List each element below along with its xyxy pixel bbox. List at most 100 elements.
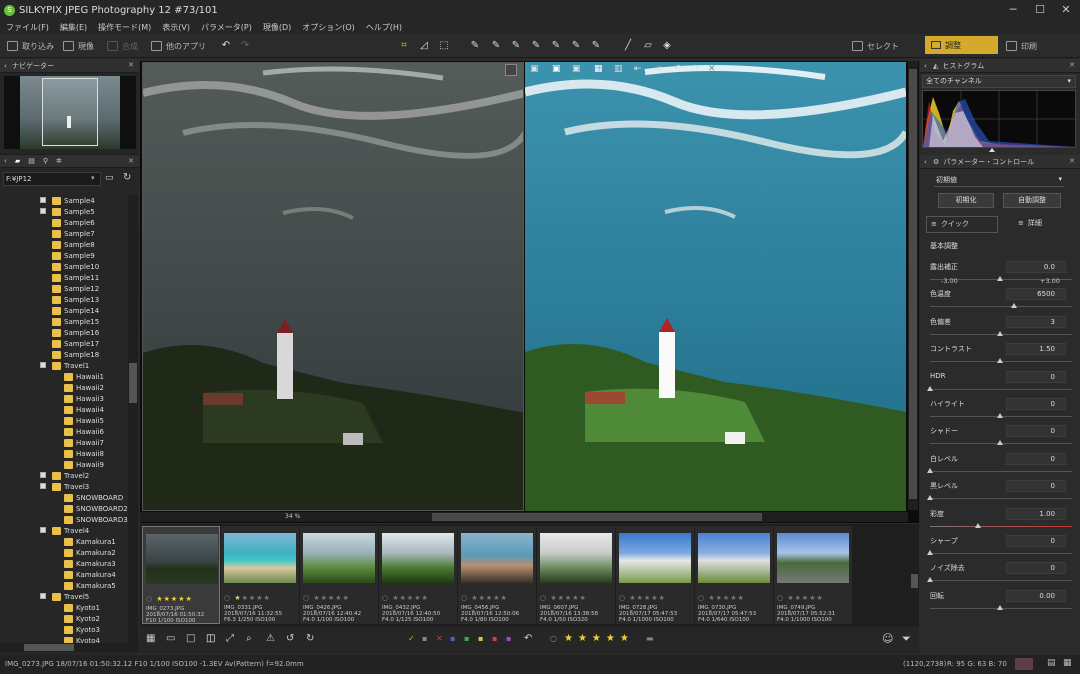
menu-item[interactable]: 表示(V) xyxy=(162,22,190,33)
tab-detail[interactable]: ≡ 詳細 xyxy=(1004,216,1074,233)
viewer-vscroll-thumb[interactable] xyxy=(909,69,917,499)
close-browser-icon[interactable]: ✕ xyxy=(128,157,134,165)
param-value-input[interactable]: 6500 xyxy=(1006,288,1066,301)
view-grid-icon[interactable]: ▦ xyxy=(594,64,603,74)
label-gray-icon[interactable]: ▪ xyxy=(422,634,427,643)
refresh-icon[interactable]: ↻ xyxy=(123,172,131,183)
expand-icon[interactable] xyxy=(40,472,46,478)
tree-item[interactable]: Travel4 xyxy=(0,525,128,536)
single-view-icon[interactable]: □ xyxy=(186,633,195,644)
param-slider-knob[interactable] xyxy=(997,440,1003,446)
filmstrip-thumbnail[interactable]: ○ ★★★★★ IMG_0728.JPG 2018/07/17 05:47:53 F4… xyxy=(616,526,694,624)
param-value-input[interactable]: 0.00 xyxy=(1006,589,1066,602)
label-yellow-icon[interactable]: ▪ xyxy=(478,634,483,643)
stamp-icon[interactable]: ◈ xyxy=(661,40,673,52)
filter-icon[interactable]: ⏷ xyxy=(902,632,911,646)
tree-item[interactable]: Hawaii2 xyxy=(0,382,128,393)
thumbnail-rating[interactable]: ○ ★★★★★ xyxy=(146,595,193,603)
param-slider-track[interactable] xyxy=(930,388,1072,390)
tree-item[interactable]: SNOWBOARD2 xyxy=(0,503,128,514)
tree-scroll-thumb[interactable] xyxy=(129,363,137,403)
print-mode-button[interactable]: 印刷 xyxy=(1006,39,1037,53)
eraser-tool-icon[interactable]: ✎ xyxy=(590,40,602,52)
zoom-icon[interactable]: ⌕ xyxy=(246,633,252,644)
partial-correction-icon[interactable]: ✎ xyxy=(469,40,481,52)
param-slider-track[interactable] xyxy=(930,470,1072,472)
eraser-icon[interactable]: ▱ xyxy=(642,40,654,52)
filmstrip-thumbnail[interactable]: ○ ★★★★★ IMG_0749.JPG 2018/07/17 05:52:31 F4… xyxy=(774,526,852,624)
param-slider-knob[interactable] xyxy=(997,276,1003,281)
filmstrip-thumbnail[interactable]: ○ ★★★★★ IMG_0456.JPG 2018/07/16 12:50:06 F4… xyxy=(458,526,536,624)
spot-removal-icon[interactable]: ✎ xyxy=(490,40,502,52)
browse-folder-icon[interactable]: ▭ xyxy=(105,173,114,183)
menu-item[interactable]: ファイル(F) xyxy=(6,22,49,33)
gradient-tool-icon[interactable]: ✎ xyxy=(550,40,562,52)
tree-item[interactable]: SNOWBOARD3 xyxy=(0,514,128,525)
tab-quick[interactable]: ≡ クイック xyxy=(926,216,998,233)
other-apps-button[interactable]: 他のアプリ xyxy=(151,39,206,53)
param-slider-track[interactable] xyxy=(930,525,1072,527)
rotate-cw-icon[interactable]: ↻ xyxy=(306,633,314,644)
filmstrip-thumbnail[interactable]: ○ ★★★★★ IMG_0331.JPG 2018/07/16 11:32:55 F6… xyxy=(221,526,299,624)
tree-item[interactable]: Sample6 xyxy=(0,217,128,228)
clear-rating-icon[interactable]: ▬ xyxy=(646,634,654,643)
filmstrip-thumbnail[interactable]: ○ ★★★★★ IMG_0730.JPG 2018/07/17 05:47:53 F4… xyxy=(695,526,773,624)
tree-item[interactable]: Sample5 xyxy=(0,206,128,217)
folder-tab-icon[interactable]: ▰ xyxy=(15,157,20,165)
developed-image[interactable] xyxy=(525,62,906,511)
tree-item[interactable]: Sample15 xyxy=(0,316,128,327)
auto-adjust-button[interactable]: 自動調整 xyxy=(1003,193,1061,208)
menu-item[interactable]: 編集(E) xyxy=(60,22,87,33)
copy-right-icon[interactable]: ⇥ xyxy=(654,64,662,74)
param-value-input[interactable]: 3 xyxy=(1006,315,1066,328)
original-image[interactable] xyxy=(142,62,524,511)
viewer-hscrollbar[interactable]: 34 % xyxy=(140,512,908,522)
param-value-input[interactable]: 1.50 xyxy=(1006,343,1066,356)
red-eye-icon[interactable]: ✎ xyxy=(510,40,522,52)
select-mode-button[interactable]: セレクト xyxy=(852,39,899,53)
menu-item[interactable]: 現像(D) xyxy=(263,22,291,33)
thumbnail-rating[interactable]: ○ ★★★★★ xyxy=(777,594,824,602)
tree-item[interactable]: Kyoto2 xyxy=(0,613,128,624)
redo-icon[interactable]: ↷ xyxy=(239,40,251,52)
label-red-icon[interactable]: ▪ xyxy=(492,634,497,643)
menu-item[interactable]: 操作モード(M) xyxy=(98,22,151,33)
tree-hscrollbar[interactable] xyxy=(0,643,139,652)
param-value-input[interactable]: 0 xyxy=(1006,425,1066,438)
tree-item[interactable]: Kyoto3 xyxy=(0,624,128,635)
collapse-icon[interactable]: ‹ xyxy=(4,157,7,165)
tree-item[interactable]: Hawaii5 xyxy=(0,415,128,426)
maximize-icon[interactable]: ☐ xyxy=(1027,3,1053,16)
expand-icon[interactable] xyxy=(40,197,46,203)
expand-icon[interactable] xyxy=(40,208,46,214)
display-icon[interactable]: ▤ xyxy=(1047,658,1056,668)
tree-item[interactable]: Travel1 xyxy=(0,360,128,371)
close-histogram-icon[interactable]: ✕ xyxy=(1069,61,1075,69)
rotate-right-icon[interactable]: ↷ xyxy=(692,64,700,74)
initialize-button[interactable]: 初期化 xyxy=(938,193,994,208)
image-viewer[interactable]: ▣ ▣ ▣ ▦ ▥ ⇤ ⇥ ↶ ↷ ✕ 34 % xyxy=(140,61,919,523)
pen-icon[interactable]: ╱ xyxy=(622,40,634,52)
param-slider-knob[interactable] xyxy=(927,467,933,473)
label-green-icon[interactable]: ▪ xyxy=(464,634,469,643)
view-mode-icon[interactable]: ▣ xyxy=(530,64,539,74)
undo-icon[interactable]: ↶ xyxy=(220,40,232,52)
tree-item[interactable]: Sample18 xyxy=(0,349,128,360)
view-split-icon[interactable]: ▥ xyxy=(614,64,623,74)
settings-tab-icon[interactable]: ✲ xyxy=(56,157,62,165)
view-actual-icon[interactable]: ▣ xyxy=(572,64,581,74)
filmstrip-thumbnail[interactable]: ○ ★★★★★ IMG_0273.JPG 2018/07/16 01:50:32 F1… xyxy=(142,526,220,624)
compare-view-icon[interactable]: ◫ xyxy=(206,633,215,644)
param-slider-knob[interactable] xyxy=(927,577,933,583)
param-slider-knob[interactable] xyxy=(997,358,1003,364)
collapse-icon[interactable] xyxy=(40,483,46,489)
thumbnail-rating[interactable]: ○ ★★★★★ xyxy=(461,594,508,602)
param-value-input[interactable]: 0 xyxy=(1006,535,1066,547)
param-value-input[interactable]: 0 xyxy=(1006,562,1066,575)
param-slider-track[interactable] xyxy=(930,580,1072,582)
param-slider-knob[interactable] xyxy=(1011,303,1017,309)
tree-item[interactable]: Hawaii8 xyxy=(0,448,128,459)
collapse-icon[interactable] xyxy=(40,527,46,533)
param-slider-knob[interactable] xyxy=(997,330,1003,336)
thumbnail-rating[interactable]: ○ ★★★★★ xyxy=(619,594,666,602)
